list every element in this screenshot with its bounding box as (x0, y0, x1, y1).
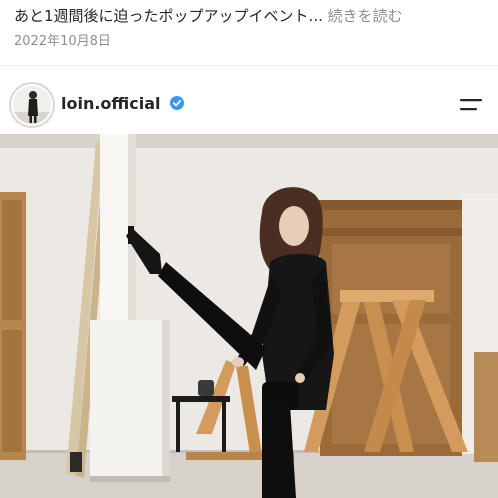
caption-text: あと1週間後に迫ったポップアップイベント... (14, 7, 323, 25)
avatar[interactable] (9, 82, 55, 128)
verified-badge-icon (170, 96, 184, 110)
photo-scene (0, 134, 498, 498)
post-date: 2022年10月8日 (14, 34, 111, 49)
avatar-image (13, 86, 51, 124)
post-header: loin.official (0, 78, 498, 132)
read-more-link[interactable]: 続きを読む (328, 7, 403, 25)
menu-icon[interactable] (458, 95, 484, 115)
divider (0, 65, 498, 66)
username[interactable]: loin.official (61, 92, 161, 116)
caption-row: あと1週間後に迫ったポップアップイベント... 続きを読む (14, 4, 484, 28)
post-photo[interactable] (0, 134, 498, 498)
